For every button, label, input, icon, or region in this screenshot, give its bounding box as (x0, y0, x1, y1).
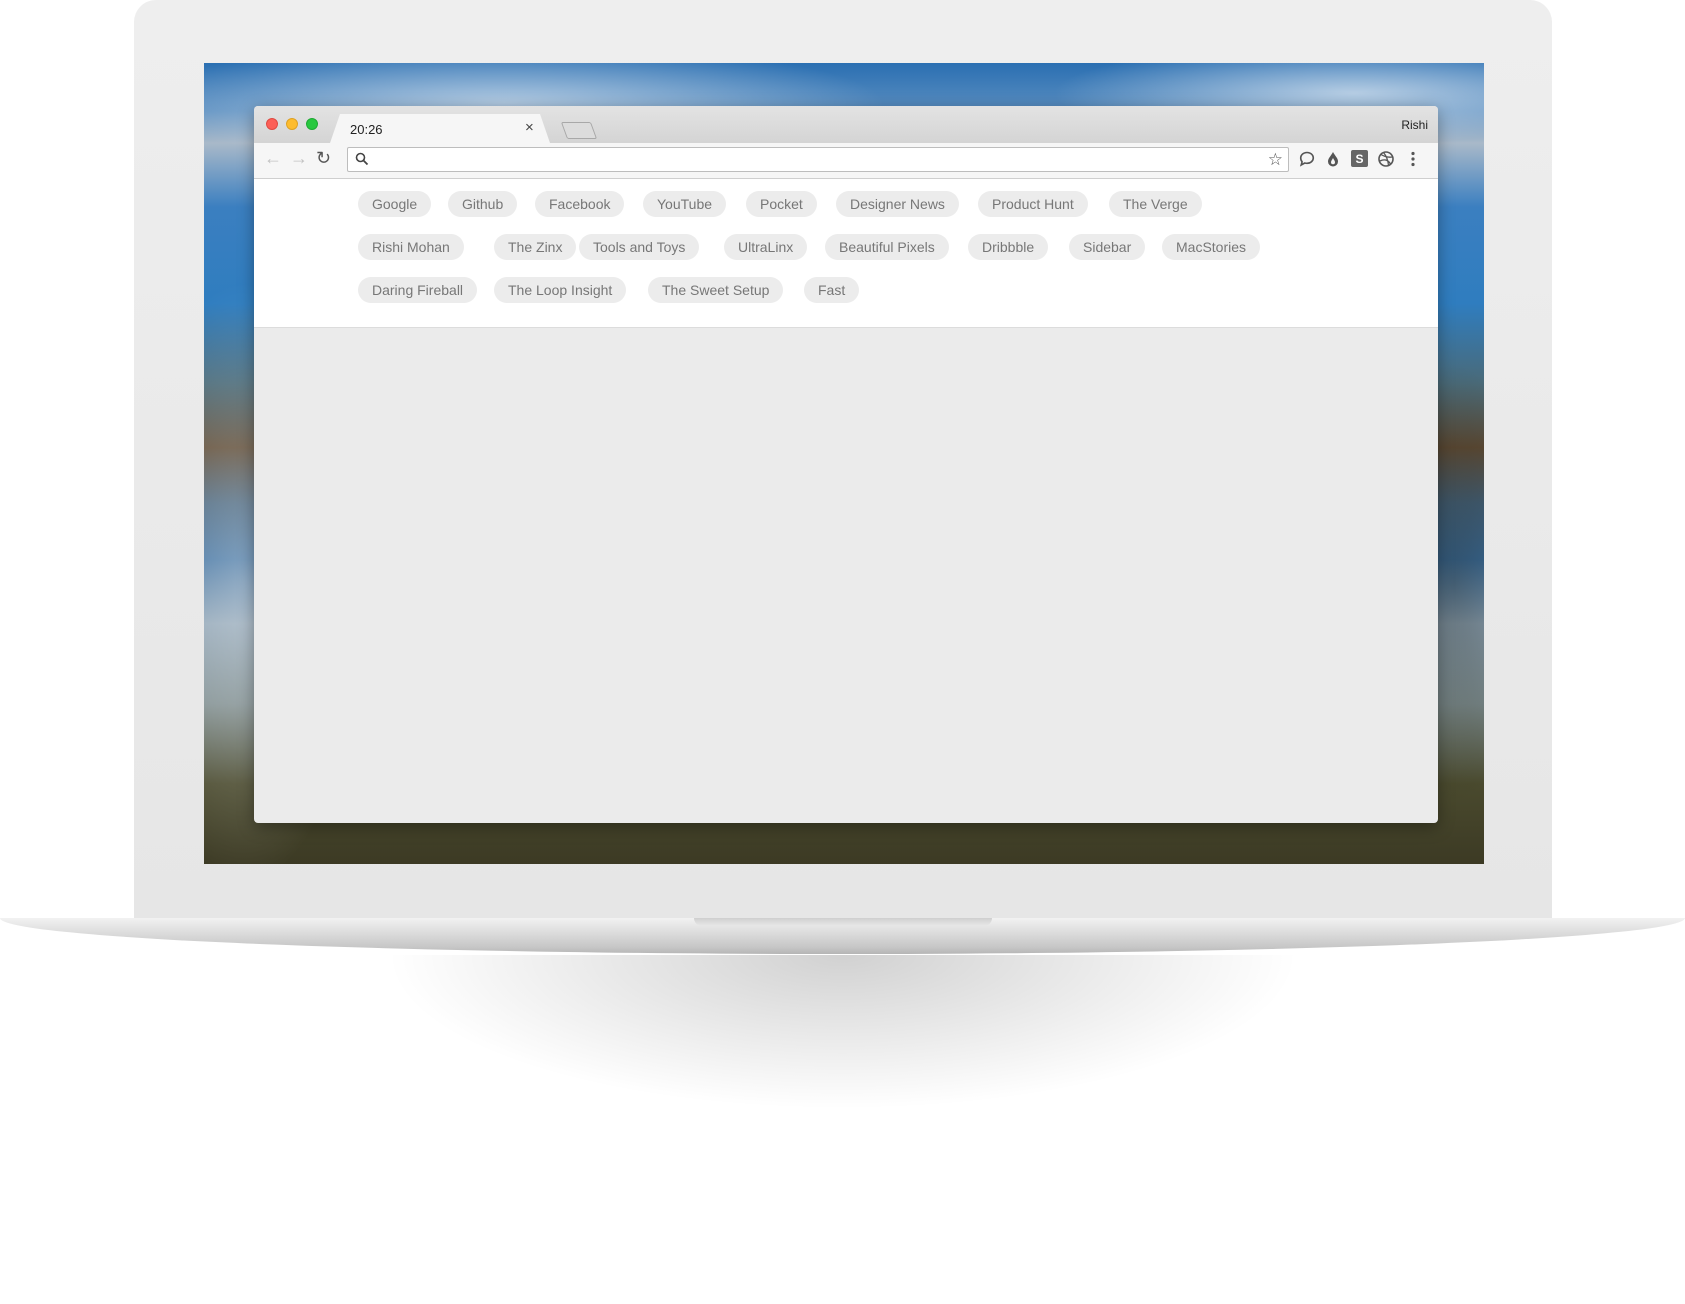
minimize-window-button[interactable] (286, 118, 298, 130)
bookmark-chip[interactable]: The Zinx (494, 234, 577, 260)
tab-active[interactable]: 20:26 × (330, 114, 550, 143)
bookmark-chip[interactable]: Rishi Mohan (358, 234, 464, 260)
title-bar: 20:26 × Rishi (254, 106, 1438, 143)
reload-icon[interactable]: ↻ (316, 147, 331, 169)
bookmark-chip[interactable]: YouTube (643, 191, 727, 217)
bookmark-chip[interactable]: Fast (804, 277, 860, 303)
s-extension-icon[interactable]: S (1351, 150, 1368, 167)
dribbble-icon[interactable] (1377, 150, 1395, 168)
bookmark-chip[interactable]: Github (448, 191, 518, 217)
zoom-window-button[interactable] (306, 118, 318, 130)
address-bar[interactable]: ☆ (347, 147, 1289, 172)
drop-icon[interactable] (1324, 150, 1342, 168)
bookmark-chip[interactable]: Beautiful Pixels (825, 234, 949, 260)
bookmark-chip[interactable]: Facebook (535, 191, 625, 217)
bookmark-chip[interactable]: Google (358, 191, 432, 217)
bookmark-chip[interactable]: Tools and Toys (579, 234, 700, 260)
close-window-button[interactable] (266, 118, 278, 130)
bookmark-chip[interactable]: The Verge (1109, 191, 1202, 217)
laptop-notch (694, 918, 992, 926)
back-arrow-icon[interactable]: ← (264, 147, 282, 169)
forward-arrow-icon[interactable]: → (290, 147, 308, 169)
tab-title: 20:26 (350, 122, 383, 137)
browser-toolbar: ← → ↻ ☆ S (254, 143, 1438, 179)
bookmark-chip[interactable]: Pocket (746, 191, 817, 217)
browser-window: 20:26 × Rishi ← → ↻ ☆ S Google Github Fa… (254, 106, 1438, 823)
bookmark-chip[interactable]: MacStories (1162, 234, 1261, 260)
bookmark-chip[interactable]: The Loop Insight (494, 277, 627, 303)
profile-name[interactable]: Rishi (1401, 118, 1428, 132)
bookmark-chip[interactable]: Designer News (836, 191, 959, 217)
new-tab-button[interactable] (560, 122, 598, 139)
bookmark-chip[interactable]: UltraLinx (724, 234, 808, 260)
laptop-shadow (200, 955, 1485, 1255)
search-icon (355, 152, 369, 166)
tab-close-icon[interactable]: × (525, 119, 534, 136)
bookmark-chip[interactable]: Daring Fireball (358, 277, 478, 303)
bookmark-chip[interactable]: Product Hunt (978, 191, 1088, 217)
more-menu-icon[interactable] (1404, 150, 1422, 168)
bookmark-panel: Google Github Facebook YouTube Pocket De… (254, 179, 1438, 328)
bookmark-chip[interactable]: Sidebar (1069, 234, 1146, 260)
bookmark-chip[interactable]: Dribbble (968, 234, 1049, 260)
chat-bubble-icon[interactable] (1298, 150, 1316, 168)
bookmark-star-icon[interactable]: ☆ (1268, 148, 1283, 171)
bookmark-chip[interactable]: The Sweet Setup (648, 277, 784, 303)
